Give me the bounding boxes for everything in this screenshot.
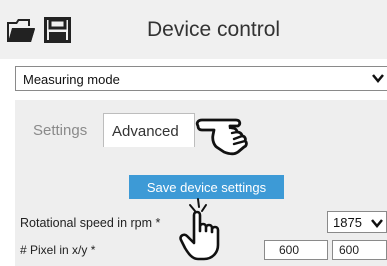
tab-settings[interactable]: Settings [26, 113, 98, 147]
measuring-mode-value: Measuring mode [23, 72, 120, 87]
folder-open-icon[interactable] [6, 17, 36, 43]
header-bar: Device control [0, 0, 387, 59]
click-hand-icon [179, 198, 220, 261]
tab-settings-label: Settings [33, 122, 88, 139]
rotational-speed-select[interactable]: 1875 [327, 211, 387, 233]
pixel-y-input[interactable] [332, 240, 387, 260]
pixel-xy-label: # Pixel in x/y * [20, 243, 96, 257]
save-icon[interactable] [44, 17, 71, 43]
page-title: Device control [147, 18, 281, 41]
pointing-hand-icon [195, 118, 248, 156]
tab-advanced-label: Advanced [112, 123, 179, 140]
chevron-down-icon [371, 219, 383, 228]
chevron-down-icon [372, 74, 384, 83]
rotational-speed-value: 1875 [333, 215, 362, 230]
tab-advanced[interactable]: Advanced [103, 113, 195, 147]
measuring-mode-select[interactable]: Measuring mode [15, 66, 387, 91]
rotational-speed-label: Rotational speed in rpm * [20, 216, 161, 230]
pixel-x-input[interactable] [264, 240, 328, 260]
